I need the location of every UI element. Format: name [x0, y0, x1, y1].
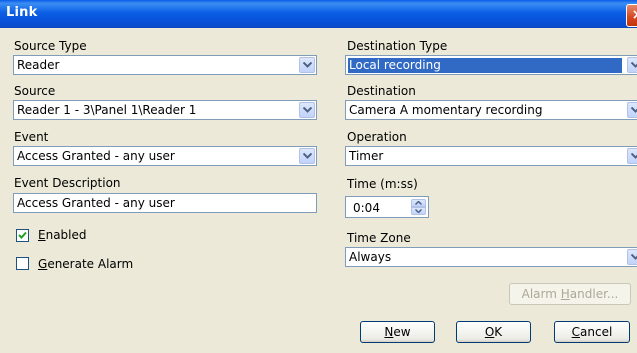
source-type-combo[interactable]: Reader — [13, 55, 317, 75]
event-combo[interactable]: Access Granted - any user — [13, 146, 317, 166]
event-description-value: Access Granted - any user — [17, 196, 175, 210]
chevron-down-icon[interactable] — [299, 148, 315, 164]
chevron-down-icon[interactable] — [627, 148, 637, 164]
alarm-handler-button[interactable]: Alarm Handler... — [509, 283, 631, 305]
generate-alarm-label[interactable]: Generate Alarm — [38, 257, 133, 271]
destination-type-combo[interactable]: Local recording — [345, 55, 637, 75]
chevron-down-icon[interactable] — [299, 102, 315, 118]
event-label: Event — [14, 130, 49, 144]
new-button[interactable]: New — [360, 321, 435, 343]
source-value: Reader 1 - 3\Panel 1\Reader 1 — [17, 103, 197, 117]
event-value: Access Granted - any user — [17, 149, 175, 163]
time-value: 0:04 — [353, 201, 380, 215]
destination-type-value: Local recording — [348, 58, 622, 73]
window-title: Link — [6, 5, 38, 20]
enabled-checkbox[interactable] — [16, 229, 29, 242]
spin-up-icon[interactable] — [411, 199, 426, 207]
chevron-down-icon[interactable] — [627, 102, 637, 118]
destination-value: Camera A momentary recording — [349, 103, 543, 117]
operation-combo[interactable]: Timer — [345, 146, 637, 166]
chevron-down-icon[interactable] — [299, 57, 315, 73]
ok-button[interactable]: OK — [456, 321, 531, 343]
chevron-down-icon[interactable] — [627, 249, 637, 265]
destination-combo[interactable]: Camera A momentary recording — [345, 100, 637, 120]
source-combo[interactable]: Reader 1 - 3\Panel 1\Reader 1 — [13, 100, 317, 120]
link-dialog: Link × Source Type Reader Source Reader … — [0, 0, 637, 353]
source-type-label: Source Type — [14, 39, 87, 53]
destination-type-label: Destination Type — [347, 39, 448, 53]
cancel-button[interactable]: Cancel — [554, 321, 630, 343]
event-description-field[interactable]: Access Granted - any user — [13, 193, 317, 213]
event-description-label: Event Description — [14, 176, 121, 190]
chevron-down-icon[interactable] — [627, 57, 637, 73]
source-type-value: Reader — [17, 58, 60, 72]
checkmark-icon — [18, 231, 27, 239]
generate-alarm-checkbox[interactable] — [16, 257, 29, 270]
time-zone-combo[interactable]: Always — [345, 247, 637, 267]
operation-value: Timer — [349, 149, 384, 163]
time-spinner[interactable]: 0:04 — [345, 196, 429, 218]
source-label: Source — [14, 84, 56, 98]
enabled-label[interactable]: Enabled — [38, 228, 87, 242]
close-button[interactable]: × — [626, 4, 637, 27]
operation-label: Operation — [347, 130, 407, 144]
spin-down-icon[interactable] — [411, 207, 426, 215]
time-zone-label: Time Zone — [347, 231, 411, 245]
close-icon[interactable]: × — [632, 7, 637, 23]
title-bar[interactable]: Link × — [0, 0, 637, 28]
destination-label: Destination — [347, 84, 416, 98]
time-zone-value: Always — [349, 250, 392, 264]
time-label: Time (m:ss) — [347, 177, 418, 191]
